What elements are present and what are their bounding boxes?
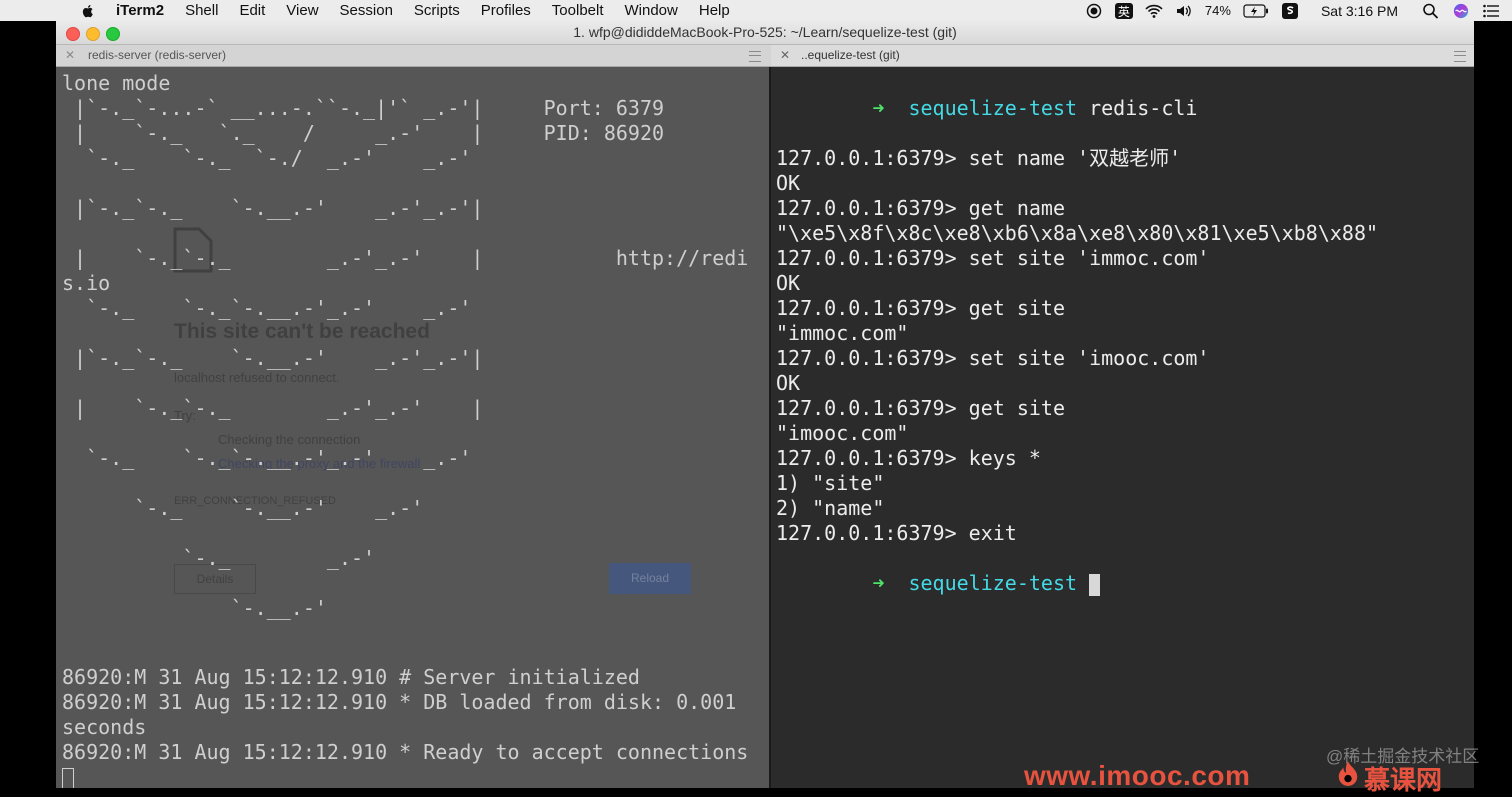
redis-ascii-art: |`-._`-...-` __...-.``-._|'` _.-'| Port:… — [56, 96, 769, 621]
siri-icon[interactable] — [1452, 3, 1470, 19]
terminal-line: lone mode — [62, 71, 171, 95]
ascii-line — [56, 321, 769, 346]
ascii-line — [56, 171, 769, 196]
terminal-pane-redis-server[interactable]: This site can't be reached localhost ref… — [56, 67, 769, 788]
session-line: 127.0.0.1:6379> set name '双越老师' — [776, 146, 1182, 170]
ascii-line: s.io — [62, 271, 111, 295]
ascii-line — [56, 371, 769, 396]
ascii-line: |`-._`-._ `-.__.-' _.-'_.-'| — [62, 346, 484, 370]
tab-menu-icon[interactable] — [749, 51, 761, 62]
ascii-line: `-._ `-.__.-' _.-' — [62, 496, 424, 520]
ascii-line — [56, 521, 769, 546]
sync-app-icon[interactable] — [1281, 2, 1299, 19]
terminal-cursor — [62, 767, 74, 788]
menu-app-name[interactable]: iTerm2 — [116, 2, 164, 19]
menubar: iTerm2 Shell Edit View Session Scripts P… — [0, 0, 1512, 21]
redis-log: 86920:M 31 Aug 15:12:12.910 # Server ini… — [56, 665, 769, 788]
ascii-line: `-._ `-._`-.__.-'_.-' _.-' — [62, 296, 472, 320]
apple-logo-icon[interactable] — [80, 3, 96, 19]
session-line: 127.0.0.1:6379> keys * — [776, 446, 1041, 470]
ascii-line: |`-._`-._ `-.__.-' _.-'_.-'| — [62, 196, 484, 220]
battery-charging-icon[interactable] — [1243, 3, 1269, 18]
prompt-arrow-icon: ➜ — [872, 571, 885, 595]
tab-bar: ✕ redis-server (redis-server) ✕ ..equeli… — [56, 45, 1474, 67]
ascii-line — [56, 471, 769, 496]
prompt-arrow-icon: ➜ — [872, 96, 885, 120]
log-line: seconds — [62, 715, 147, 739]
ascii-line: |`-._`-...-` __...-.``-._|'` _.-'| Port:… — [62, 96, 665, 120]
input-method-icon[interactable]: 英 — [1114, 2, 1133, 19]
session-line: "immoc.com" — [776, 321, 909, 345]
ascii-line: `-._ _.-' — [62, 546, 376, 570]
zoom-window-button[interactable] — [106, 27, 120, 41]
ascii-line — [56, 421, 769, 446]
ascii-line: `-.__.-' — [62, 596, 327, 620]
prompt-directory: sequelize-test — [908, 571, 1078, 595]
ascii-line — [56, 571, 769, 596]
session-line: 1) "site" — [776, 471, 885, 495]
battery-percent: 74% — [1204, 3, 1231, 18]
session-line: 127.0.0.1:6379> set site 'imooc.com' — [776, 346, 1210, 370]
session-line: 127.0.0.1:6379> get name — [776, 196, 1065, 220]
close-tab-icon[interactable]: ✕ — [65, 45, 75, 66]
menu-view[interactable]: View — [286, 2, 318, 19]
log-line: 86920:M 31 Aug 15:12:12.910 # Server ini… — [62, 665, 640, 689]
menu-profiles[interactable]: Profiles — [481, 2, 531, 19]
session-line: 127.0.0.1:6379> exit — [776, 521, 1017, 545]
session-line: OK — [776, 171, 801, 195]
prompt-line: ➜ sequelize-test redis-cli — [771, 71, 1474, 146]
minimize-window-button[interactable] — [86, 27, 100, 41]
ascii-line: | `-._`-._ _.-'_.-' | http://redi — [62, 246, 749, 270]
tab-menu-icon[interactable] — [1454, 51, 1466, 62]
prompt-line: ➜ sequelize-test — [771, 546, 1474, 621]
tab-label: redis-server (redis-server) — [88, 48, 227, 62]
log-line: 86920:M 31 Aug 15:12:12.910 * Ready to a… — [62, 740, 749, 764]
terminal-cursor — [1089, 573, 1101, 596]
session-line: 127.0.0.1:6379> get site — [776, 296, 1065, 320]
ascii-line — [56, 221, 769, 246]
window-titlebar[interactable]: 1. wfp@dididdeMacBook-Pro-525: ~/Learn/s… — [56, 21, 1474, 45]
notification-center-icon[interactable] — [1482, 3, 1500, 19]
session-line: 127.0.0.1:6379> get site — [776, 396, 1065, 420]
terminal-pane-sequelize-test[interactable]: ➜ sequelize-test redis-cli 127.0.0.1:637… — [771, 67, 1474, 788]
menu-edit[interactable]: Edit — [239, 2, 265, 19]
ascii-line: | `-._`-._ _.-'_.-' | — [62, 396, 484, 420]
menubar-clock[interactable]: Sat 3:16 PM — [1321, 3, 1398, 19]
imooc-brand-watermark: 慕课网 — [1364, 765, 1443, 795]
session-line: OK — [776, 371, 801, 395]
tab-sequelize-test[interactable]: ✕ ..equelize-test (git) — [771, 45, 1474, 66]
imooc-flame-logo-icon — [1338, 761, 1358, 786]
command-text: redis-cli — [1089, 96, 1198, 120]
prompt-directory: sequelize-test — [908, 96, 1078, 120]
menu-toolbelt[interactable]: Toolbelt — [552, 2, 604, 19]
imooc-url-watermark: www.imooc.com — [1024, 760, 1251, 791]
ascii-line: | `-._ `._ / _.-' | PID: 86920 — [62, 121, 665, 145]
spotlight-search-icon[interactable] — [1422, 3, 1440, 19]
close-tab-icon[interactable]: ✕ — [780, 45, 790, 66]
menu-shell[interactable]: Shell — [185, 2, 218, 19]
wifi-icon[interactable] — [1145, 3, 1163, 19]
iterm-window: 1. wfp@dididdeMacBook-Pro-525: ~/Learn/s… — [56, 21, 1474, 788]
ascii-line: `-._ `-._`-.__.-'_.-' _.-' — [62, 446, 472, 470]
session-line: 2) "name" — [776, 496, 885, 520]
menu-window[interactable]: Window — [625, 2, 678, 19]
close-window-button[interactable] — [66, 27, 80, 41]
session-line: OK — [776, 271, 801, 295]
session-line: "\xe5\x8f\x8c\xe8\xb6\x8a\xe8\x80\x81\xe… — [776, 221, 1379, 245]
session-line: 127.0.0.1:6379> set site 'immoc.com' — [776, 246, 1210, 270]
ascii-line: `-._ `-._ `-./ _.-' _.-' — [62, 146, 472, 170]
session-line: "imooc.com" — [776, 421, 909, 445]
window-title: 1. wfp@dididdeMacBook-Pro-525: ~/Learn/s… — [573, 24, 957, 40]
menu-session[interactable]: Session — [340, 2, 393, 19]
tab-label: ..equelize-test (git) — [801, 48, 900, 62]
menu-scripts[interactable]: Scripts — [414, 2, 460, 19]
tab-redis-server[interactable]: ✕ redis-server (redis-server) — [56, 45, 769, 66]
log-line: 86920:M 31 Aug 15:12:12.910 * DB loaded … — [62, 690, 737, 714]
menu-help[interactable]: Help — [699, 2, 730, 19]
status-area: 英 74% Sat 3:16 PM — [1085, 0, 1500, 21]
volume-icon[interactable] — [1175, 3, 1193, 19]
screen-record-icon[interactable] — [1085, 3, 1103, 19]
